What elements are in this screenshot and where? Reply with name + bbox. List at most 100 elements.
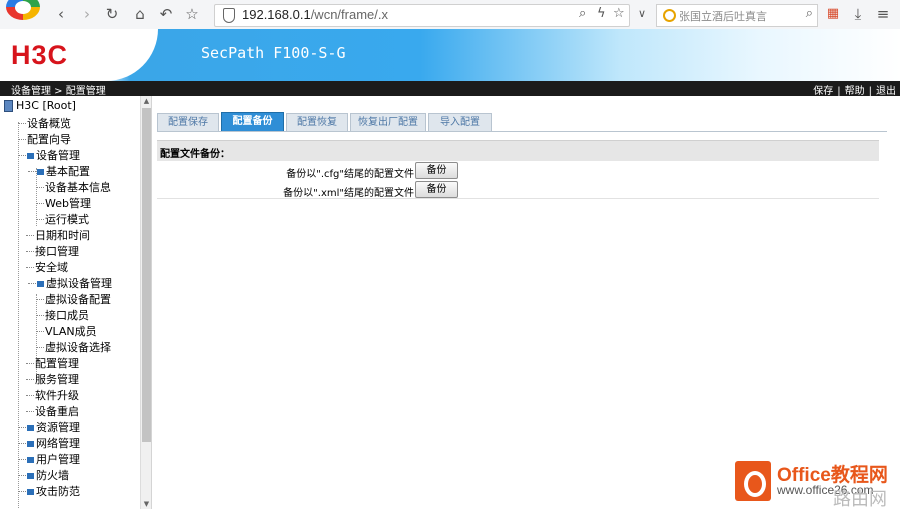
- sidebar-item-network-management[interactable]: 网络管理: [18, 436, 80, 452]
- banner-curve: [98, 29, 158, 81]
- sidebar-item-web-management[interactable]: Web管理: [36, 196, 91, 212]
- tree-connector: [18, 491, 26, 493]
- sidebar-item-label: 基本配置: [46, 165, 90, 178]
- folder-icon: [37, 281, 44, 287]
- sidebar-item-service-management[interactable]: 服务管理: [26, 372, 79, 388]
- tree-connector: [26, 363, 34, 365]
- sidebar-item-virtual-device-select[interactable]: 虚拟设备选择: [36, 340, 111, 356]
- search-placeholder: 张国立酒后吐真言: [679, 10, 767, 23]
- zoom-search-icon[interactable]: ⌕: [579, 6, 586, 21]
- tree-connector: [18, 155, 26, 157]
- sidebar-item-label: 安全域: [35, 261, 68, 274]
- tab-factory-reset[interactable]: 恢复出厂配置: [350, 113, 426, 132]
- back-icon[interactable]: ‹: [54, 4, 68, 24]
- sidebar-item-label: 攻击防范: [36, 485, 80, 498]
- folder-icon: [27, 473, 34, 479]
- brand-logo: H3C: [11, 40, 69, 70]
- sidebar-item-label: 用户管理: [36, 453, 80, 466]
- tree-connector: [18, 427, 26, 429]
- sidebar-item-virtual-device-management[interactable]: 虚拟设备管理: [28, 276, 112, 292]
- tree-connector: [18, 123, 26, 125]
- forward-icon[interactable]: ›: [80, 4, 94, 24]
- home-icon[interactable]: ⌂: [132, 4, 148, 24]
- sidebar-item-user-management[interactable]: 用户管理: [18, 452, 80, 468]
- sidebar-item-interface-management[interactable]: 接口管理: [26, 244, 79, 260]
- menu-icon[interactable]: ≡: [876, 4, 890, 24]
- watermark-extra: 路由网: [833, 489, 887, 510]
- tab-config-save[interactable]: 配置保存: [157, 113, 219, 132]
- sidebar-item-interface-members[interactable]: 接口成员: [36, 308, 89, 324]
- sidebar-item-device-reboot[interactable]: 设备重启: [26, 404, 79, 420]
- sidebar-scrollbar[interactable]: ▲ ▼: [140, 96, 151, 509]
- tab-config-backup[interactable]: 配置备份: [221, 112, 284, 132]
- sidebar-item-run-mode[interactable]: 运行模式: [36, 212, 89, 228]
- section-divider: [157, 198, 879, 199]
- sidebar-item-security-zone[interactable]: 安全域: [26, 260, 68, 276]
- sidebar-item-basic-config[interactable]: 基本配置: [28, 164, 90, 180]
- sidebar-item-label: 设备基本信息: [45, 181, 111, 194]
- favorite-star-icon[interactable]: ☆: [613, 6, 625, 21]
- device-icon: [4, 100, 13, 112]
- folder-icon: [27, 489, 34, 495]
- sidebar-item-label: 软件升级: [35, 389, 79, 402]
- sidebar-item-label: 防火墙: [36, 469, 69, 482]
- tree-root[interactable]: H3C [Root]: [4, 98, 76, 114]
- tree-connector: [28, 283, 36, 285]
- tree-connector: [26, 235, 34, 237]
- backup-cfg-button[interactable]: 备份: [415, 162, 458, 179]
- tree-connector: [26, 411, 34, 413]
- dropdown-chevron-icon[interactable]: ∨: [636, 4, 648, 24]
- folder-icon: [27, 457, 34, 463]
- sidebar-item-resource-management[interactable]: 资源管理: [18, 420, 80, 436]
- apps-grid-icon[interactable]: ▦: [826, 4, 840, 24]
- tree-connector: [18, 443, 26, 445]
- tab-import-config[interactable]: 导入配置: [428, 113, 492, 132]
- folder-icon: [37, 169, 44, 175]
- undo-icon[interactable]: ↶: [158, 4, 174, 24]
- sidebar-item-config-management[interactable]: 配置管理: [26, 356, 79, 372]
- sidebar-item-label: 服务管理: [35, 373, 79, 386]
- browser-logo-icon[interactable]: [6, 0, 40, 20]
- office-logo-icon: [735, 461, 771, 501]
- sidebar-item-overview[interactable]: 设备概览: [18, 116, 71, 132]
- url-path: /wcn/frame/.x: [310, 7, 388, 22]
- sidebar-item-label: 虚拟设备管理: [46, 277, 112, 290]
- tree-connector: [18, 139, 26, 141]
- download-icon[interactable]: ⤓: [851, 4, 865, 24]
- search-box[interactable]: 张国立酒后吐真言 ⌕: [656, 4, 818, 27]
- sidebar-item-device-management[interactable]: 设备管理: [18, 148, 80, 164]
- tab-bar: 配置保存 配置备份 配置恢复 恢复出厂配置 导入配置: [157, 112, 887, 132]
- tree-connector: [36, 315, 44, 317]
- backup-xml-label: 备份以".xml"结尾的配置文件: [283, 188, 414, 199]
- sidebar-item-label: 配置向导: [27, 133, 71, 146]
- sidebar-item-virtual-device-config[interactable]: 虚拟设备配置: [36, 292, 111, 308]
- tree-connector: [36, 187, 44, 189]
- sidebar-item-device-info[interactable]: 设备基本信息: [36, 180, 111, 196]
- backup-xml-button[interactable]: 备份: [415, 181, 458, 198]
- tab-config-restore[interactable]: 配置恢复: [286, 113, 348, 132]
- folder-icon: [27, 153, 34, 159]
- tree-root-label: H3C [Root]: [16, 99, 76, 112]
- sidebar-item-date-time[interactable]: 日期和时间: [26, 228, 90, 244]
- address-bar[interactable]: 192.168.0.1/wcn/frame/.x ⌕ ϟ ☆: [214, 4, 630, 27]
- reload-icon[interactable]: ↻: [104, 4, 120, 24]
- search-icon[interactable]: ⌕: [806, 6, 813, 21]
- sidebar: H3C [Root] 设备概览 配置向导 设备管理 基本配置 设备基本信息 We…: [0, 96, 152, 509]
- flash-icon[interactable]: ϟ: [597, 6, 606, 21]
- sidebar-item-label: 配置管理: [35, 357, 79, 370]
- sidebar-item-label: 虚拟设备配置: [45, 293, 111, 306]
- sidebar-item-attack-defense[interactable]: 攻击防范: [18, 484, 80, 500]
- scroll-up-icon[interactable]: ▲: [141, 96, 151, 106]
- sidebar-item-vlan-members[interactable]: VLAN成员: [36, 324, 97, 340]
- scrollbar-thumb[interactable]: [142, 108, 151, 442]
- sidebar-item-wizard[interactable]: 配置向导: [18, 132, 71, 148]
- scroll-down-icon[interactable]: ▼: [141, 499, 151, 509]
- sidebar-item-firewall[interactable]: 防火墙: [18, 468, 69, 484]
- bookmark-star-icon[interactable]: ☆: [184, 4, 200, 24]
- sidebar-item-label: 日期和时间: [35, 229, 90, 242]
- search-engine-icon: [663, 9, 676, 22]
- sidebar-item-label: VLAN成员: [45, 325, 97, 338]
- sidebar-item-label: 资源管理: [36, 421, 80, 434]
- sidebar-item-software-upgrade[interactable]: 软件升级: [26, 388, 79, 404]
- header-banner: H3C SecPath F100-S-G: [0, 29, 900, 81]
